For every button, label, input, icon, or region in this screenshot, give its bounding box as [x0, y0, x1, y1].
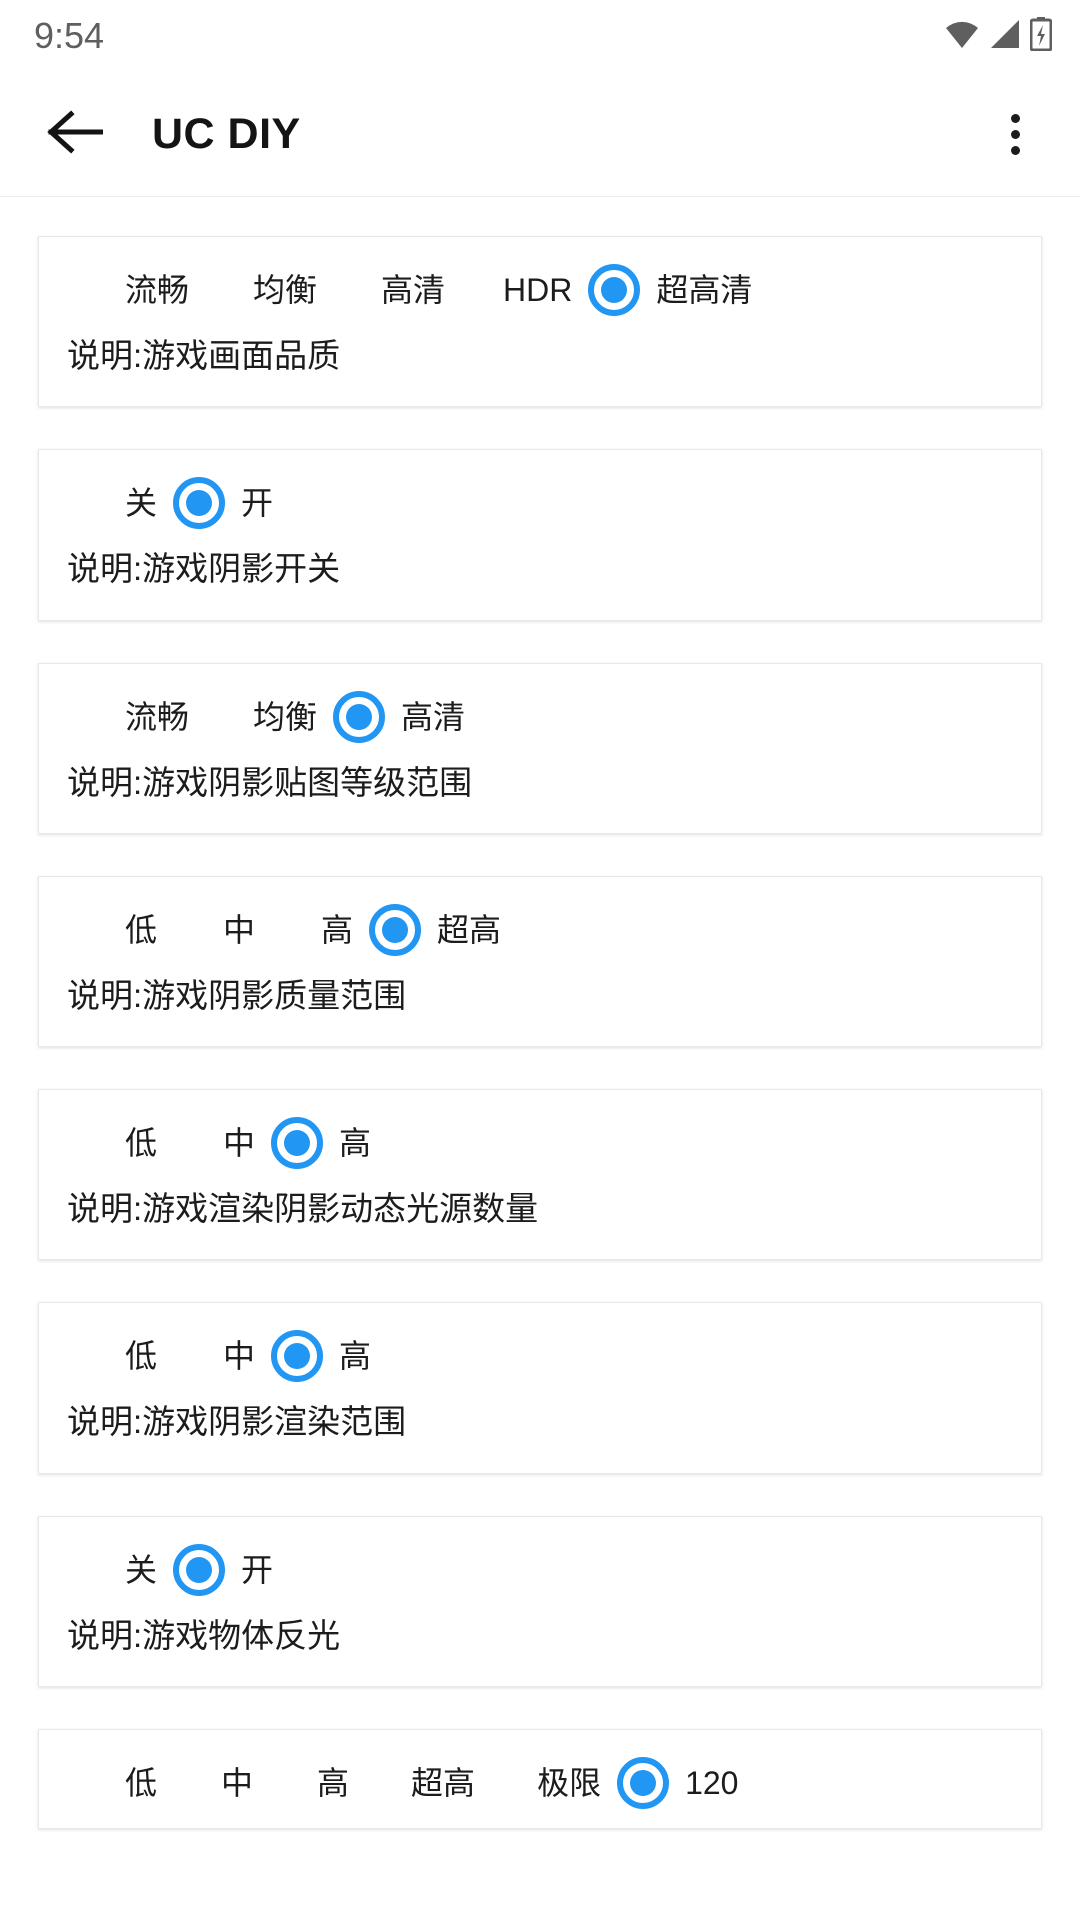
- option-label[interactable]: 流畅: [125, 701, 189, 733]
- option-label[interactable]: 高清: [401, 701, 465, 733]
- settings-list[interactable]: 流畅 均衡 高清 HDR 超高清 说明:游戏画面品质关开说明:游戏阴影开关 流畅 均衡 高清 说明…: [0, 198, 1080, 1920]
- radio-dot: [284, 1343, 311, 1370]
- setting-card: 低 中 高说明:游戏渲染阴影动态光源数量: [38, 1089, 1042, 1261]
- radio-selected-icon[interactable]: [173, 1543, 226, 1596]
- option-label[interactable]: 关: [125, 487, 157, 519]
- option-label[interactable]: 中: [223, 1340, 255, 1372]
- setting-card: 关开说明:游戏物体反光: [38, 1515, 1042, 1687]
- radio-dot: [382, 916, 409, 943]
- overflow-menu-icon-dot: [1010, 113, 1020, 123]
- option-label[interactable]: 开: [241, 487, 273, 519]
- option-label[interactable]: 超高: [437, 914, 501, 946]
- option-label[interactable]: 高: [317, 1767, 349, 1799]
- overflow-menu-icon-dot: [1010, 145, 1020, 155]
- option-row: 关开: [39, 450, 1041, 548]
- option-label[interactable]: 低: [125, 1127, 157, 1159]
- radio-selected-icon[interactable]: [271, 1117, 324, 1169]
- option-row: 关开: [39, 1517, 1041, 1615]
- option-label[interactable]: 120: [685, 1767, 738, 1799]
- status-bar-clock: 9:54: [34, 15, 105, 56]
- overflow-menu-icon-dot: [1010, 129, 1020, 139]
- setting-card: 低 中 高说明:游戏阴影渲染范围: [38, 1302, 1042, 1474]
- option-label[interactable]: 流畅: [125, 274, 189, 306]
- radio-selected-icon[interactable]: [271, 1330, 324, 1383]
- option-label[interactable]: 高: [321, 914, 353, 946]
- setting-description: 说明:游戏渲染阴影动态光源数量: [67, 1190, 539, 1227]
- option-label[interactable]: 超高清: [656, 274, 752, 306]
- page-title: UC DIY: [152, 109, 301, 158]
- option-label[interactable]: 高: [339, 1127, 371, 1159]
- option-label[interactable]: 高清: [381, 274, 445, 306]
- option-label[interactable]: 低: [125, 1340, 157, 1372]
- option-row: 低 中 高 超高: [39, 877, 1041, 975]
- setting-description: 说明:游戏画面品质: [67, 337, 341, 374]
- radio-selected-icon[interactable]: [617, 1756, 670, 1809]
- radio-selected-icon[interactable]: [588, 264, 641, 316]
- radio-dot: [186, 1556, 213, 1583]
- setting-description: 说明:游戏阴影贴图等级范围: [67, 763, 473, 801]
- option-label[interactable]: 高: [339, 1340, 371, 1372]
- back-button[interactable]: [40, 99, 110, 169]
- option-label[interactable]: 中: [223, 914, 255, 946]
- option-label[interactable]: 开: [241, 1554, 273, 1586]
- back-arrow-icon: [47, 108, 104, 161]
- setting-card: 低 中 高 超高 极限 120: [38, 1728, 1042, 1829]
- radio-dot: [601, 277, 628, 303]
- option-row: 流畅 均衡 高清 HDR 超高清: [39, 237, 1041, 335]
- setting-description: 说明:游戏物体反光: [67, 1616, 341, 1654]
- signal-icon: [989, 19, 1021, 54]
- setting-card: 流畅 均衡 高清说明:游戏阴影贴图等级范围: [38, 662, 1042, 834]
- option-row: 低 中 高 超高 极限 120: [39, 1730, 1041, 1828]
- battery-charging-icon: [1029, 16, 1053, 56]
- status-bar-icons: [944, 16, 1053, 56]
- option-label[interactable]: 中: [223, 1127, 255, 1159]
- option-row: 低中高: [39, 1303, 1041, 1401]
- overflow-menu-button[interactable]: [980, 99, 1050, 169]
- option-row: 流畅 均衡 高清: [39, 664, 1041, 762]
- setting-description: 说明:游戏阴影渲染范围: [67, 1403, 407, 1441]
- option-label[interactable]: 均衡: [253, 701, 317, 733]
- option-label[interactable]: 中: [221, 1767, 253, 1799]
- radio-selected-icon[interactable]: [369, 903, 422, 956]
- option-label[interactable]: 低: [125, 1767, 157, 1799]
- setting-description: 说明:游戏阴影质量范围: [67, 976, 407, 1014]
- option-label[interactable]: 低: [125, 914, 157, 946]
- setting-card: 低 中 高 超高 说明:游戏阴影质量范围: [38, 875, 1042, 1047]
- option-label[interactable]: 均衡: [253, 274, 317, 306]
- option-label[interactable]: 超高: [411, 1767, 475, 1799]
- radio-dot: [630, 1769, 657, 1796]
- status-bar: 9:54: [0, 0, 1080, 72]
- option-label[interactable]: 极限: [537, 1767, 601, 1799]
- radio-dot: [284, 1130, 311, 1156]
- option-label[interactable]: 关: [125, 1554, 157, 1586]
- setting-card: 关开说明:游戏阴影开关: [38, 449, 1042, 621]
- radio-selected-icon[interactable]: [173, 477, 226, 530]
- option-row: 低中高: [39, 1090, 1041, 1188]
- app-bar: UC DIY: [0, 72, 1080, 197]
- setting-card: 流畅 均衡 高清 HDR 超高清说明:游戏画面品质: [38, 236, 1042, 408]
- setting-description: 说明:游戏阴影开关: [67, 550, 341, 588]
- radio-dot: [186, 490, 213, 517]
- option-label[interactable]: HDR: [503, 274, 572, 306]
- wifi-icon: [944, 19, 980, 54]
- radio-selected-icon[interactable]: [333, 690, 386, 743]
- radio-dot: [346, 703, 373, 730]
